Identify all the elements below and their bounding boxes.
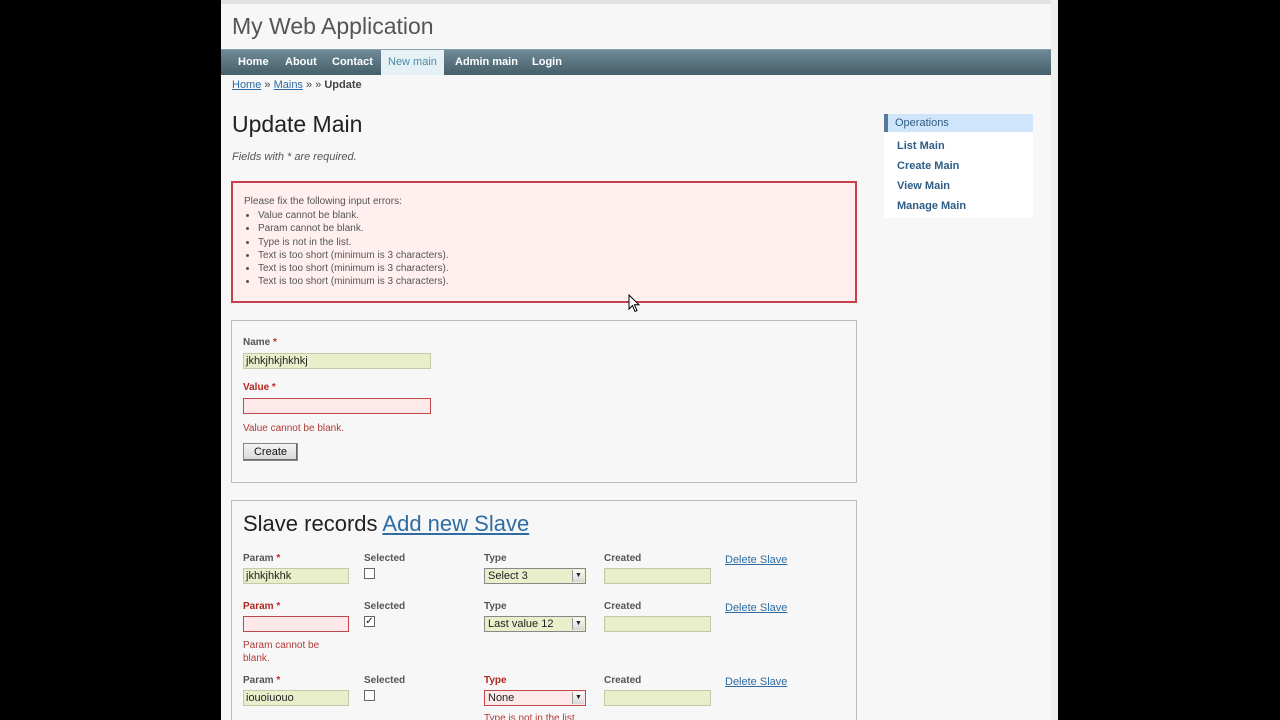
app-title: My Web Application bbox=[232, 13, 434, 39]
param-error: Param cannot be blank. bbox=[243, 640, 320, 664]
slave-type-select[interactable]: Last value 12 ▼ bbox=[484, 616, 586, 632]
slave-selected-checkbox[interactable] bbox=[364, 568, 375, 579]
param-label-text: Param bbox=[243, 601, 274, 612]
main-form: Name * jkhkjhkjhkhkj Value * Value canno… bbox=[231, 320, 857, 483]
slave-type-value: None bbox=[488, 692, 515, 704]
slave-records-form: Slave records Add new Slave Param * jkhk… bbox=[231, 500, 857, 720]
required-mark: * bbox=[276, 553, 281, 564]
slave-selected-checkbox[interactable] bbox=[364, 690, 375, 701]
create-button[interactable]: Create bbox=[243, 443, 298, 461]
top-border bbox=[221, 0, 1051, 4]
param-label: Param * bbox=[243, 601, 280, 612]
required-note: Fields with * are required. bbox=[232, 151, 357, 163]
required-mark: * bbox=[271, 382, 276, 393]
selected-label: Selected bbox=[364, 553, 406, 564]
menu-item-admin-main[interactable]: Admin main bbox=[448, 50, 525, 75]
delete-slave-link[interactable]: Delete Slave bbox=[725, 554, 787, 566]
error-item: Text is too short (minimum is 3 characte… bbox=[258, 249, 449, 262]
operations-title: Operations bbox=[884, 114, 1033, 132]
slave-created-input[interactable] bbox=[604, 568, 711, 584]
type-label: Type bbox=[484, 675, 507, 686]
error-summary-title: Please fix the following input errors: bbox=[244, 196, 402, 207]
slave-param-input[interactable] bbox=[243, 616, 349, 632]
required-mark: * bbox=[273, 337, 277, 348]
mouse-pointer-icon bbox=[628, 294, 640, 313]
slave-param-input[interactable]: jkhkjhkhk bbox=[243, 568, 349, 584]
slave-type-select[interactable]: None ▼ bbox=[484, 690, 586, 706]
breadcrumb-separator: » bbox=[264, 79, 271, 91]
name-label: Name * bbox=[243, 337, 277, 348]
error-item: Value cannot be blank. bbox=[258, 209, 449, 222]
slave-selected-checkbox[interactable]: ✓ bbox=[364, 616, 375, 627]
breadcrumb-home-link[interactable]: Home bbox=[232, 79, 261, 91]
name-input[interactable]: jkhkjhkjhkhkj bbox=[243, 353, 431, 369]
value-input[interactable] bbox=[243, 398, 431, 414]
slave-records-heading: Slave records Add new Slave bbox=[243, 511, 529, 537]
slave-param-input[interactable]: iouoiuouo bbox=[243, 690, 349, 706]
type-label: Type bbox=[484, 553, 507, 564]
chevron-down-icon: ▼ bbox=[572, 692, 584, 704]
menu-item-login[interactable]: Login bbox=[525, 50, 569, 75]
sidebar-item-create-main[interactable]: Create Main bbox=[897, 160, 959, 172]
name-label-text: Name bbox=[243, 337, 271, 348]
add-new-slave-link[interactable]: Add new Slave bbox=[382, 511, 529, 536]
error-item: Type is not in the list. bbox=[258, 236, 449, 249]
sidebar-item-manage-main[interactable]: Manage Main bbox=[897, 200, 966, 212]
breadcrumb-separator: » » bbox=[306, 79, 322, 91]
menu-item-about[interactable]: About bbox=[278, 50, 324, 75]
breadcrumb-current: Update bbox=[324, 79, 362, 91]
slave-type-value: Last value 12 bbox=[488, 618, 554, 630]
created-label: Created bbox=[604, 601, 642, 612]
menu-item-home[interactable]: Home bbox=[231, 50, 276, 75]
slave-records-title: Slave records bbox=[243, 511, 378, 536]
param-label-text: Param bbox=[243, 553, 274, 564]
value-error: Value cannot be blank. bbox=[243, 423, 345, 434]
required-mark: * bbox=[276, 675, 281, 686]
slave-created-input[interactable] bbox=[604, 616, 711, 632]
menu-item-contact[interactable]: Contact bbox=[325, 50, 380, 75]
operations-sidebar: Operations List Main Create Main View Ma… bbox=[884, 114, 1033, 218]
chevron-down-icon: ▼ bbox=[572, 570, 584, 582]
created-label: Created bbox=[604, 675, 642, 686]
page-title: Update Main bbox=[232, 111, 363, 137]
slave-type-select[interactable]: Select 3 ▼ bbox=[484, 568, 586, 584]
error-summary: Please fix the following input errors: V… bbox=[231, 181, 857, 303]
required-mark: * bbox=[276, 601, 281, 612]
breadcrumb-mains-link[interactable]: Mains bbox=[274, 79, 303, 91]
breadcrumb: Home » Mains » » Update bbox=[232, 79, 362, 91]
delete-slave-link[interactable]: Delete Slave bbox=[725, 676, 787, 688]
selected-label: Selected bbox=[364, 675, 406, 686]
error-item: Text is too short (minimum is 3 characte… bbox=[258, 275, 449, 288]
delete-slave-link[interactable]: Delete Slave bbox=[725, 602, 787, 614]
param-label: Param * bbox=[243, 675, 280, 686]
selected-label: Selected bbox=[364, 601, 406, 612]
sidebar-item-view-main[interactable]: View Main bbox=[897, 180, 950, 192]
error-list: Value cannot be blank. Param cannot be b… bbox=[243, 209, 449, 289]
type-error: Type is not in the list. bbox=[484, 713, 578, 720]
value-label-text: Value bbox=[243, 382, 270, 393]
created-label: Created bbox=[604, 553, 642, 564]
browser-page: My Web Application Home About Contact Ne… bbox=[221, 0, 1058, 720]
slave-type-value: Select 3 bbox=[488, 570, 528, 582]
error-item: Text is too short (minimum is 3 characte… bbox=[258, 262, 449, 275]
value-label: Value * bbox=[243, 382, 276, 393]
sidebar-item-list-main[interactable]: List Main bbox=[897, 140, 945, 152]
error-item: Param cannot be blank. bbox=[258, 222, 449, 235]
menu-item-new-main[interactable]: New main bbox=[381, 50, 444, 75]
param-label-text: Param bbox=[243, 675, 274, 686]
param-label: Param * bbox=[243, 553, 280, 564]
type-label: Type bbox=[484, 601, 507, 612]
slave-created-input[interactable] bbox=[604, 690, 711, 706]
main-menu: Home About Contact New main Admin main L… bbox=[221, 49, 1051, 75]
chevron-down-icon: ▼ bbox=[572, 618, 584, 630]
